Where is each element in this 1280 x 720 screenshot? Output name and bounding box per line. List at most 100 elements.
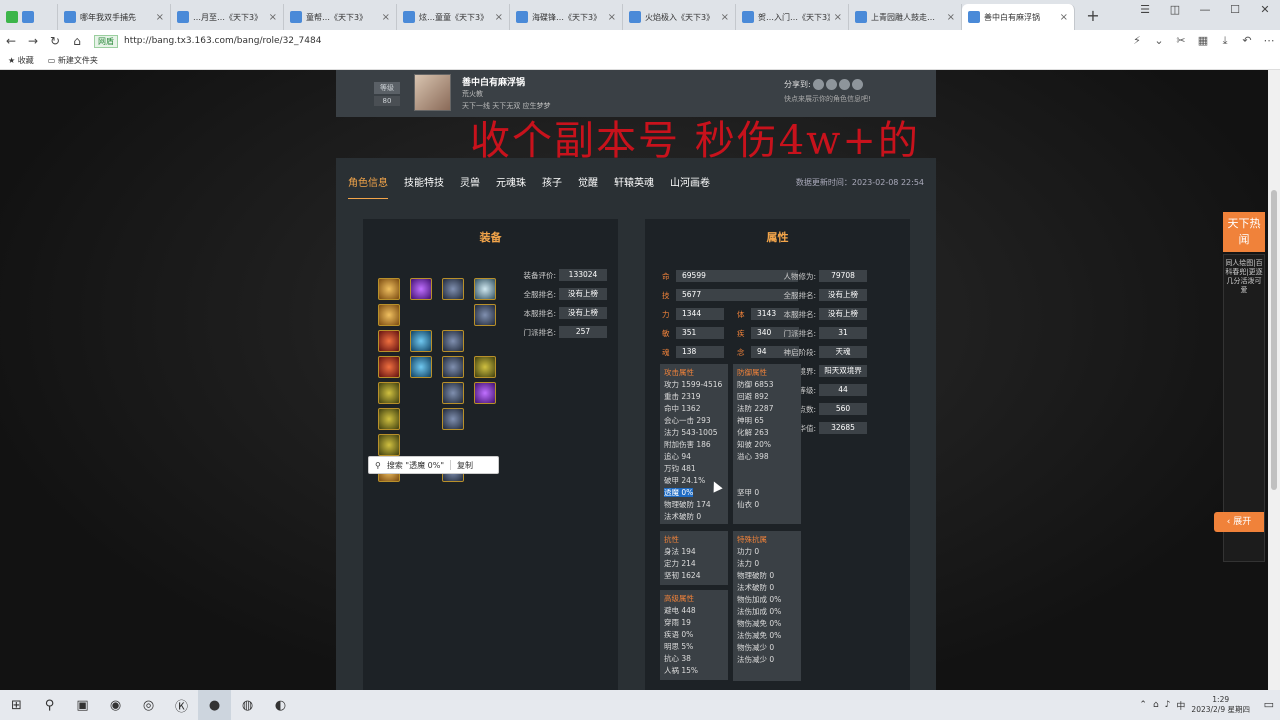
undo-icon[interactable]: ↶ (1236, 34, 1258, 48)
equipment-slot[interactable] (474, 382, 496, 404)
new-tab-button[interactable]: + (1083, 6, 1103, 25)
tab-soul-bead[interactable]: 元魂珠 (496, 174, 526, 199)
qq-share-icon[interactable] (838, 79, 850, 90)
close-tab-icon[interactable]: × (1060, 12, 1068, 23)
maximize-icon[interactable]: ☐ (1220, 0, 1250, 30)
equipment-slot[interactable] (442, 408, 464, 430)
more-icon[interactable]: ⋯ (1258, 34, 1280, 48)
side-stat: 全服排名: 没有上榜 (770, 289, 867, 301)
chevron-up-icon[interactable]: ⌃ (1139, 700, 1147, 710)
hot-news-header[interactable]: 天下热闻 (1223, 212, 1265, 252)
browser-tab[interactable]: 贺…入门…《天下3》 × (736, 4, 849, 30)
equipment-slot[interactable] (474, 304, 496, 326)
close-window-icon[interactable]: ✕ (1250, 0, 1280, 30)
browser-tab[interactable]: 上青园雕人鼓走… × (849, 4, 962, 30)
close-tab-icon[interactable]: × (156, 12, 164, 23)
speed-icon[interactable]: ⚡ (1126, 34, 1148, 48)
tab-awaken[interactable]: 觉醒 (578, 174, 598, 199)
wechat-icon[interactable]: ◍ (231, 690, 264, 720)
tab-hero-soul[interactable]: 轩辕英魂 (614, 174, 654, 199)
role-panel: 角色信息 技能特技 灵兽 元魂珠 孩子 觉醒 轩辕英魂 山河画卷 数据更新时间：… (336, 158, 936, 690)
equipment-slot[interactable] (378, 434, 400, 456)
page-scrollbar[interactable] (1268, 70, 1280, 690)
yixin-share-icon[interactable] (851, 79, 863, 90)
app-icon[interactable]: ▣ (66, 690, 99, 720)
equipment-slot[interactable] (410, 278, 432, 300)
equip-rank-school: 门派排名: 257 (516, 326, 607, 338)
selected-text[interactable]: 透魔 0% (664, 488, 694, 497)
app-icon[interactable]: Ⓚ (165, 690, 198, 720)
copy-button[interactable]: 复制 (457, 460, 473, 471)
close-tab-icon[interactable]: × (382, 12, 390, 23)
volume-icon[interactable]: ♪ (1165, 700, 1171, 710)
equip-score: 装备评价: 133024 (516, 269, 607, 281)
browser-taskbar-icon[interactable]: ● (198, 690, 231, 720)
equipment-slot[interactable] (474, 278, 496, 300)
equipment-slot[interactable] (378, 356, 400, 378)
reload-icon[interactable]: ↻ (44, 34, 66, 48)
page-content: 等级 80 善中白有麻浮锅 荒火教 天下一线 天下无双 应生梦梦 分享到: 快点… (0, 70, 1280, 690)
weixin-share-icon[interactable] (825, 79, 837, 90)
app-icon[interactable]: ◎ (132, 690, 165, 720)
url-field[interactable]: 网盾 http://bang.tx3.163.com/bang/role/32_… (94, 34, 1126, 48)
search-selection-button[interactable]: 搜索 "透魔 0%" (387, 460, 444, 471)
cut-icon[interactable]: ✂ (1170, 34, 1192, 48)
edge-icon[interactable]: ◉ (99, 690, 132, 720)
equipment-slot[interactable] (442, 382, 464, 404)
tab-pet[interactable]: 灵兽 (460, 174, 480, 199)
notification-icon[interactable]: ▭ (1264, 698, 1274, 711)
ime-indicator[interactable]: 中 (1176, 699, 1185, 712)
close-tab-icon[interactable]: × (269, 12, 277, 23)
equipment-slot[interactable] (442, 278, 464, 300)
bookmark-folder[interactable]: ▭ 新建文件夹 (48, 55, 98, 66)
bookmark-favorites[interactable]: ★ 收藏 (8, 55, 34, 66)
forward-icon[interactable]: → (22, 34, 44, 48)
scrollbar-thumb[interactable] (1271, 190, 1277, 490)
equipment-slot[interactable] (378, 408, 400, 430)
equipment-slot[interactable] (378, 382, 400, 404)
tab-child[interactable]: 孩子 (542, 174, 562, 199)
browser-tab[interactable]: 童帮…《天下3》 × (284, 4, 397, 30)
browser-tab[interactable]: 海碟锋…《天下3》 × (510, 4, 623, 30)
equipment-slot[interactable] (378, 304, 400, 326)
equipment-slot[interactable] (442, 330, 464, 352)
menu-icon[interactable]: ☰ (1130, 0, 1160, 30)
start-icon[interactable]: ⊞ (0, 690, 33, 720)
tab-scroll[interactable]: 山河画卷 (670, 174, 710, 199)
browser-tab-active[interactable]: 善中白有麻浮锅 × (962, 4, 1075, 30)
dropdown-icon[interactable]: ⌄ (1148, 34, 1170, 48)
close-tab-icon[interactable]: × (608, 12, 616, 23)
expand-button[interactable]: ‹ 展开 (1214, 512, 1264, 532)
browser-tab[interactable] (0, 4, 58, 30)
close-tab-icon[interactable]: × (495, 12, 503, 23)
game-icon[interactable]: ◐ (264, 690, 297, 720)
equipment-slot[interactable] (410, 330, 432, 352)
close-tab-icon[interactable]: × (947, 12, 955, 23)
download-icon[interactable]: ⤓ (1214, 34, 1236, 48)
close-tab-icon[interactable]: × (721, 12, 729, 23)
equipment-slot[interactable] (378, 278, 400, 300)
grid-icon[interactable]: ▦ (1192, 34, 1214, 48)
tab-favicon-icon (629, 11, 641, 23)
home-icon[interactable]: ⌂ (66, 34, 88, 48)
tab-skills[interactable]: 技能特技 (404, 174, 444, 199)
weibo-share-icon[interactable] (812, 79, 824, 90)
clock[interactable]: 1:29 2023/2/9 星期四 (1191, 695, 1250, 715)
search-icon: ⚲ (375, 460, 381, 470)
system-tray: ⌃ ⌂ ♪ 中 1:29 2023/2/9 星期四 (1139, 690, 1250, 720)
network-icon[interactable]: ⌂ (1153, 700, 1159, 710)
equipment-slot[interactable] (442, 356, 464, 378)
equipment-slot[interactable] (410, 356, 432, 378)
browser-tab[interactable]: …月至…《天下3》 × (171, 4, 284, 30)
tab-role-info[interactable]: 角色信息 (348, 174, 388, 199)
browser-tab[interactable]: 哪年我双手捕先 × (58, 4, 171, 30)
browser-tab[interactable]: 炫…童童《天下3》 × (397, 4, 510, 30)
equipment-slot[interactable] (474, 356, 496, 378)
equipment-slot[interactable] (378, 330, 400, 352)
search-icon[interactable]: ⚲ (33, 690, 66, 720)
skin-icon[interactable]: ◫ (1160, 0, 1190, 30)
close-tab-icon[interactable]: × (834, 12, 842, 23)
browser-tab[interactable]: 火焰极入《天下3》 × (623, 4, 736, 30)
back-icon[interactable]: ← (0, 34, 22, 48)
minimize-icon[interactable]: — (1190, 0, 1220, 30)
